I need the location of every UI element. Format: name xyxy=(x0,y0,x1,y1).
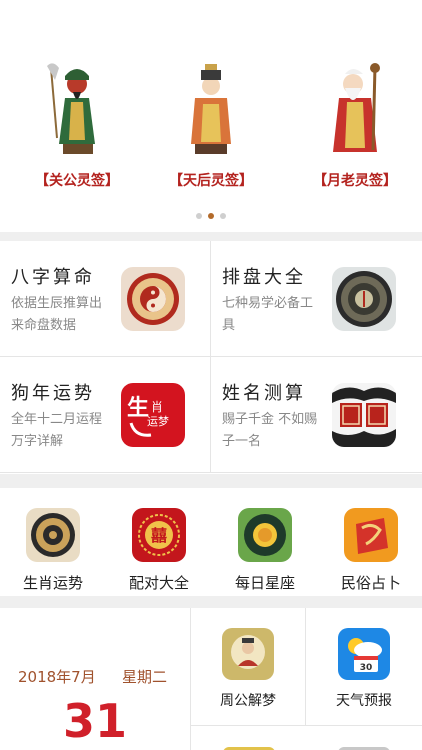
feature-desc: 全年十二月运程万字详解 xyxy=(11,412,103,449)
pager-dot[interactable] xyxy=(220,213,226,219)
feature-paipan[interactable]: 排盘大全 七种易学必备工具 xyxy=(211,241,422,357)
slide-caption: 【月老灵签】 xyxy=(313,173,397,189)
yue-lao-figure-icon xyxy=(333,63,380,152)
quick-folk-divination[interactable]: 民俗占卜 xyxy=(318,508,422,593)
calendar-weekday: 星期二 xyxy=(122,668,168,686)
feature-bazi[interactable]: 八字算命 依据生辰推算出来命盘数据 xyxy=(0,241,211,357)
yue-lao-slide[interactable]: 【月老灵签】 xyxy=(310,58,400,190)
quick-label: 每日星座 xyxy=(234,574,295,592)
quick-icons-row: 生肖运势 囍 配对大全 每日星座 民俗占卜 xyxy=(0,488,422,596)
double-happiness-icon: 囍 xyxy=(132,508,186,562)
guan-gong-slide[interactable]: 【关公灵签】 xyxy=(32,58,122,190)
svg-text:囍: 囍 xyxy=(151,526,167,545)
svg-text:生: 生 xyxy=(127,395,149,421)
tian-hou-figure-icon xyxy=(191,64,231,154)
feature-title: 狗年运势 xyxy=(11,383,95,404)
svg-text:运梦: 运梦 xyxy=(147,415,169,428)
calendar-day: 31 xyxy=(62,694,127,748)
pager-dot[interactable] xyxy=(196,213,202,219)
calendar-card[interactable]: 2018年7月 星期二 31 xyxy=(0,608,191,750)
deity-carousel[interactable]: 【关公灵签】 【天后灵签】 【月老灵签】 xyxy=(0,0,422,232)
weather-icon: 30 xyxy=(338,628,390,680)
carousel-pager[interactable] xyxy=(0,213,422,219)
feature-title: 姓名测算 xyxy=(222,383,306,404)
zodiac-2018-icon: 生 肖 运梦 xyxy=(121,383,185,447)
feature-dog-year[interactable]: 狗年运势 全年十二月运程万字详解 生 肖 运梦 xyxy=(0,357,211,473)
feature-desc: 依据生辰推算出来命盘数据 xyxy=(11,296,103,333)
tool-weather[interactable]: 30 天气预报 xyxy=(306,608,422,726)
zodiac-wheel-icon xyxy=(26,508,80,562)
feature-desc: 七种易学必备工具 xyxy=(222,296,314,333)
sun-constellation-icon xyxy=(238,508,292,562)
feature-title: 八字算命 xyxy=(11,267,95,288)
slide-caption: 【关公灵签】 xyxy=(35,173,119,189)
tool-label: 周公解梦 xyxy=(220,693,276,709)
feature-name-test[interactable]: 姓名测算 赐子千金 不如赐子一名 xyxy=(211,357,422,473)
zhou-gong-icon xyxy=(222,628,274,680)
slide-caption: 【天后灵签】 xyxy=(169,173,253,189)
calendar-year-month: 2018年7月 xyxy=(18,668,96,686)
tool-dream-interpretation[interactable]: 周公解梦 xyxy=(191,608,306,726)
name-seal-icon xyxy=(332,383,396,447)
feature-title: 排盘大全 xyxy=(222,267,306,288)
quick-label: 配对大全 xyxy=(128,574,189,592)
quick-label: 民俗占卜 xyxy=(340,574,401,592)
calendar-tools-section: 2018年7月 星期二 31 周公解梦 30 天气预报 xyxy=(0,608,422,750)
svg-text:肖: 肖 xyxy=(151,400,163,414)
quick-zodiac-fortune[interactable]: 生肖运势 xyxy=(0,508,106,593)
compass-icon xyxy=(332,267,396,331)
pager-dot-active[interactable] xyxy=(208,213,214,219)
tian-hou-slide[interactable]: 【天后灵签】 xyxy=(166,58,256,190)
quick-daily-horoscope[interactable]: 每日星座 xyxy=(212,508,318,593)
fortune-paper-icon xyxy=(344,508,398,562)
feature-desc: 赐子千金 不如赐子一名 xyxy=(222,412,318,449)
tool-label: 天气预报 xyxy=(336,693,392,709)
guan-gong-figure-icon xyxy=(47,63,95,154)
yin-yang-icon xyxy=(121,267,185,331)
feature-grid: 八字算命 依据生辰推算出来命盘数据 排盘大全 七种易学必备工具 狗年运势 全年十… xyxy=(0,241,422,474)
quick-label: 生肖运势 xyxy=(22,574,83,592)
quick-pairing[interactable]: 囍 配对大全 xyxy=(106,508,212,593)
svg-text:30: 30 xyxy=(360,663,373,673)
